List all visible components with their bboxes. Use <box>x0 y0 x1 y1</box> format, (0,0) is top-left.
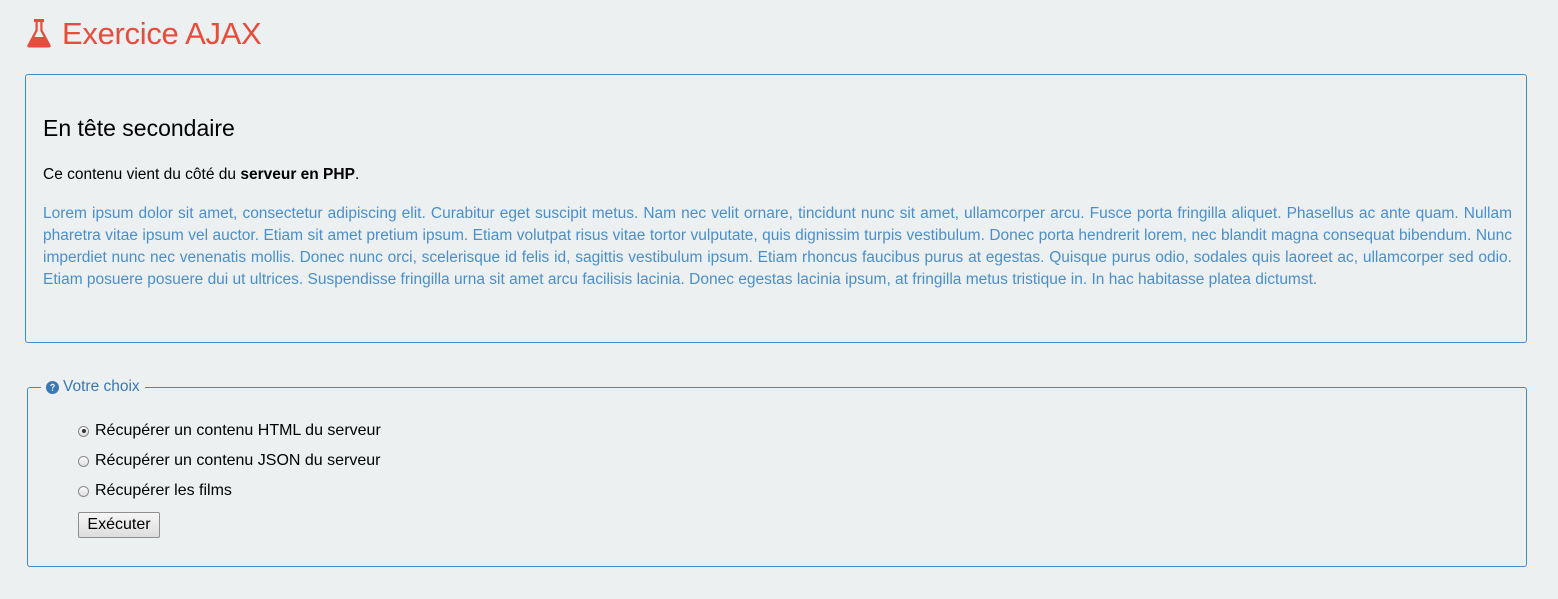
panel-intro: Ce contenu vient du côté du serveur en P… <box>43 166 359 184</box>
option-json[interactable]: Récupérer un contenu JSON du serveur <box>78 452 380 470</box>
content-panel: En tête secondaire Ce contenu vient du c… <box>25 74 1527 343</box>
radio-films[interactable] <box>78 485 89 497</box>
panel-heading: En tête secondaire <box>43 115 235 141</box>
option-films[interactable]: Récupérer les films <box>78 482 232 500</box>
question-circle-icon <box>46 380 59 394</box>
option-films-label: Récupérer les films <box>95 482 232 499</box>
option-html[interactable]: Récupérer un contenu HTML du serveur <box>78 422 381 440</box>
page-header: Exercice AJAX <box>26 12 262 54</box>
choice-legend: Votre choix <box>41 377 145 397</box>
radio-html[interactable] <box>78 425 89 437</box>
intro-text-after: . <box>354 166 360 183</box>
radio-json[interactable] <box>78 455 89 467</box>
choice-legend-label: Votre choix <box>63 378 140 395</box>
choice-fieldset: Votre choix Récupérer un contenu HTML du… <box>27 377 1527 567</box>
intro-text-before: Ce contenu vient du côté du <box>43 166 241 183</box>
intro-text-bold: serveur en PHP <box>240 166 355 183</box>
option-json-label: Récupérer un contenu JSON du serveur <box>95 452 381 469</box>
page-title: Exercice AJAX <box>62 15 262 51</box>
flask-icon <box>27 19 51 48</box>
option-html-label: Récupérer un contenu HTML du serveur <box>95 422 381 439</box>
execute-button[interactable]: Exécuter <box>78 512 160 538</box>
panel-lorem-text: Lorem ipsum dolor sit amet, consectetur … <box>43 205 1512 288</box>
